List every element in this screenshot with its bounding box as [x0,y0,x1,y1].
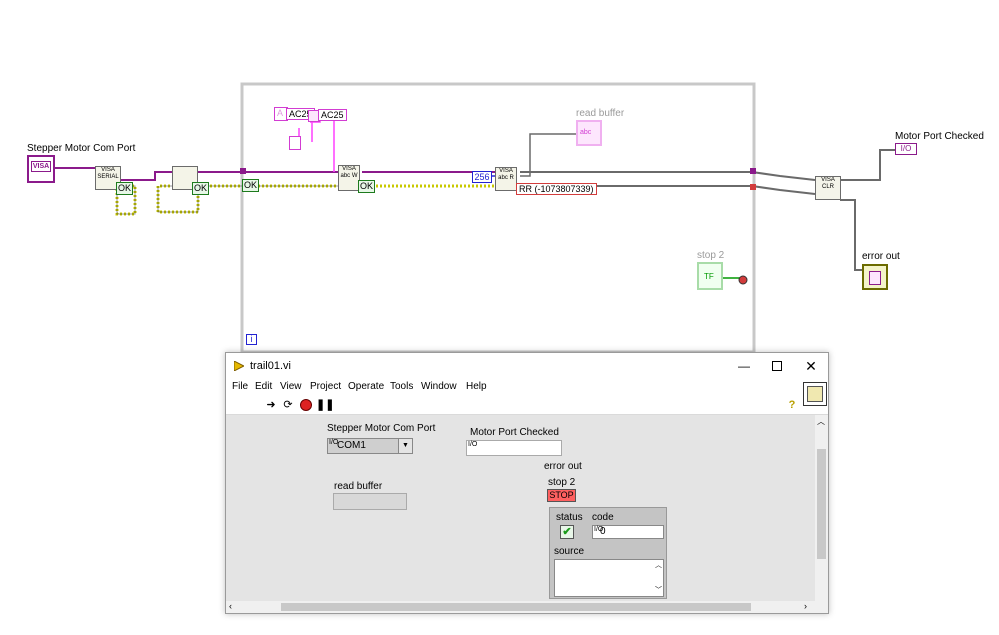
stop-terminal-text: TF [704,272,714,281]
menu-tools[interactable]: Tools [390,381,413,392]
error-wire [115,184,495,216]
code-indicator: I/O 0 [592,525,664,539]
menu-operate[interactable]: Operate [348,381,384,392]
byte-count-constant[interactable]: 256 [472,171,492,183]
menu-view[interactable]: View [280,381,302,392]
loop-tunnel-visa-out [750,168,756,174]
error-out-wire [840,199,862,271]
run-continuous-icon[interactable]: ⟳ [281,398,295,412]
stop-terminal[interactable]: TF [697,262,723,290]
stop-button[interactable]: STOP [547,489,576,502]
fp-error-out-label: error out [544,461,582,472]
scroll-left-icon[interactable]: ‹ [229,601,232,611]
abort-icon[interactable] [299,398,313,412]
visa-close-node[interactable]: VISA CLR [815,176,841,200]
read-buffer-terminal-text: abc [580,129,592,136]
horizontal-scrollbar[interactable]: ‹ › [226,601,815,613]
close-button[interactable]: ✕ [796,355,826,377]
code-value: 0 [600,526,606,537]
source-indicator: ︿ ﹀ [554,559,664,597]
read-buffer-indicator [333,493,407,510]
maximize-icon [772,361,782,372]
horizontal-scroll-thumb[interactable] [281,603,751,611]
visa-write-text: VISA abc W [340,166,358,179]
string-wire [298,115,335,172]
visa-terminal-text: VISA [31,161,51,172]
com-port-selector[interactable]: I/O COM1 ▼ [327,438,413,454]
source-label: source [554,546,585,557]
status-checkmark-icon: ✔ [560,525,574,539]
fp-motor-port-label: Motor Port Checked [470,427,559,438]
motor-port-checked-terminal[interactable]: I/O [895,143,917,155]
visa-resource-wire-out [520,171,816,181]
window-title: trail01.vi [250,360,291,372]
minimize-button[interactable]: — [729,355,759,377]
motor-port-wire [840,149,895,181]
fp-stop-label: stop 2 [548,477,576,488]
visa-close-text: VISA CLR [821,177,835,190]
com-port-terminal[interactable]: VISA [27,155,55,183]
visa-write-node[interactable]: VISA abc W [338,165,360,191]
scroll-up-icon[interactable]: ︿ [655,560,662,570]
visa-read-text: VISA abc R [498,168,514,181]
io-prefix-2: I/O [468,441,478,448]
menu-file[interactable]: File [232,381,248,392]
error-wire-out [588,185,816,195]
scroll-right-icon[interactable]: › [804,601,807,611]
loop-condition-terminal[interactable] [738,275,748,285]
read-buffer-terminal[interactable]: abc [576,120,602,146]
motor-port-checked-label: Motor Port Checked [895,131,984,142]
error-out-terminal[interactable] [862,264,888,290]
scroll-down-icon[interactable]: ﹀ [655,585,662,595]
toolbar: ➜ ⟳ ❚❚ ? [226,382,828,415]
newline-constant[interactable] [289,136,301,150]
visa-resource-wire [55,167,495,181]
fp-com-port-label: Stepper Motor Com Port [327,423,436,434]
pause-icon[interactable]: ❚❚ [316,398,334,412]
read-buffer-wire [520,133,578,177]
labview-app-icon [233,360,246,372]
ok-constant-3: OK [242,179,260,192]
status-label: status [556,512,583,523]
menu-project[interactable]: Project [310,381,341,392]
menu-window[interactable]: Window [421,381,457,392]
chevron-down-icon[interactable]: ▼ [398,439,412,453]
vertical-scrollbar[interactable]: ︿ [815,415,828,601]
front-panel-window: trail01.vi — ✕ File Edit View Project Op… [225,352,829,614]
loop-iteration-terminal: i [246,334,257,345]
error-out-diagram-label: error out [862,251,900,262]
scroll-up-arrow-icon[interactable]: ︿ [817,416,825,427]
string-constant-2[interactable]: AC25 [318,109,347,121]
com-port-value: COM1 [337,440,366,451]
window-titlebar[interactable]: trail01.vi — ✕ [226,353,828,380]
stop-diagram-label: stop 2 [697,250,725,261]
visa-serial-text: VISA SERIAL [97,167,119,180]
menu-help[interactable]: Help [466,381,487,392]
visa-read-node[interactable]: VISA abc R [495,167,517,191]
menu-bar: File Edit View Project Operate Tools Win… [226,380,828,396]
ok-constant-2: OK [192,182,210,195]
loop-tunnel-visa-in [240,168,246,174]
fp-read-buffer-label: read buffer [334,481,383,492]
run-arrow-icon[interactable]: ➜ [264,398,278,412]
com-port-label: Stepper Motor Com Port [27,143,136,154]
loop-tunnel-error-out [750,184,756,190]
read-buffer-diagram-label: read buffer [576,108,625,119]
context-help-icon[interactable]: ? [785,398,799,412]
while-loop-border [240,82,756,354]
vertical-scroll-thumb[interactable] [817,449,826,559]
menu-edit[interactable]: Edit [255,381,272,392]
vi-icon[interactable] [803,382,827,406]
code-label: code [592,512,614,523]
ok-constant-4: OK [358,180,376,193]
maximize-button[interactable] [762,355,792,377]
error-out-cluster: status ✔ code I/O 0 source ︿ ﹀ [549,507,667,599]
ok-constant-1: OK [116,182,134,195]
motor-port-indicator: I/O [466,440,562,456]
front-panel: Stepper Motor Com Port I/O COM1 ▼ Motor … [226,415,815,601]
error-cluster-constant: RR (-1073807339) [516,183,597,195]
